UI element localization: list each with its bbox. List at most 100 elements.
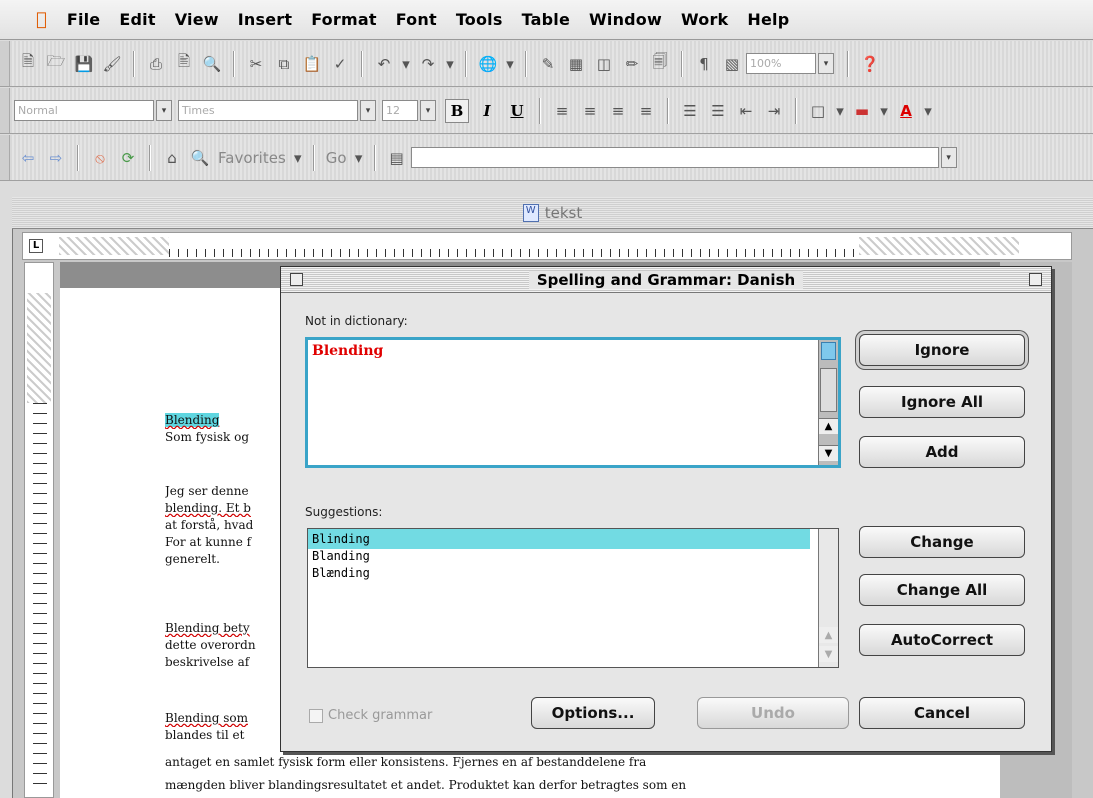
check-grammar-checkbox[interactable] (309, 708, 323, 723)
doc-line[interactable]: Blending bety (165, 620, 275, 637)
address-field[interactable] (410, 147, 939, 168)
menu-help[interactable]: Help (747, 10, 789, 29)
doc-line[interactable]: blandes til et (165, 727, 275, 744)
menu-table[interactable]: Table (522, 10, 570, 29)
go-menu[interactable]: Go (326, 149, 347, 167)
format-painter-brush-icon[interactable]: ✓ (329, 53, 351, 75)
highlight-icon[interactable]: ▬ (851, 100, 873, 122)
paste-icon[interactable]: 📋 (301, 53, 323, 75)
font-size-field[interactable]: 12 (382, 100, 418, 121)
doc-line-heading[interactable]: Blending (165, 412, 275, 429)
font-color-icon[interactable]: A (895, 100, 917, 122)
check-grammar-option[interactable]: Check grammar (309, 708, 432, 723)
doc-line[interactable]: Blending som (165, 710, 275, 727)
zoom-field[interactable]: 100% (746, 53, 816, 74)
close-box-icon[interactable] (290, 273, 303, 286)
save-icon[interactable]: 💾 (73, 53, 95, 75)
font-color-dropdown-icon[interactable]: ▾ (923, 100, 933, 122)
suggestions-list[interactable]: Blinding Blanding Blænding ▲ ▼ (307, 528, 839, 668)
forward-icon[interactable]: ⇨ (45, 147, 67, 169)
menu-file[interactable]: File (67, 10, 101, 29)
vertical-ruler[interactable] (24, 262, 54, 798)
drawing-icon[interactable]: ✏ (621, 53, 643, 75)
open-icon[interactable]: 🗁 (45, 52, 67, 75)
show-paragraph-icon[interactable]: ¶ (693, 53, 715, 75)
zoom-icon[interactable]: ▧ (721, 53, 743, 75)
decrease-indent-icon[interactable]: ⇤ (735, 100, 757, 122)
toolbar-grip[interactable] (0, 135, 10, 180)
highlight-dropdown-icon[interactable]: ▾ (879, 100, 889, 122)
doc-line[interactable]: beskrivelse af (165, 654, 275, 671)
menu-view[interactable]: View (175, 10, 219, 29)
cancel-button[interactable]: Cancel (859, 697, 1025, 729)
favorites-menu[interactable]: Favorites (218, 149, 286, 167)
numbering-icon[interactable]: ☰ (679, 100, 701, 122)
menu-tools[interactable]: Tools (456, 10, 503, 29)
favorites-dropdown-icon[interactable]: ▾ (293, 147, 303, 169)
menu-window[interactable]: Window (589, 10, 662, 29)
doc-line[interactable]: Som fysisk og (165, 429, 275, 446)
tables-borders-icon[interactable]: ✎ (537, 53, 559, 75)
change-button[interactable]: Change (859, 526, 1025, 558)
doc-line[interactable]: generelt. (165, 551, 275, 568)
font-size-dropdown-icon[interactable]: ▾ (420, 100, 436, 121)
doc-line[interactable]: For at kunne f (165, 534, 275, 551)
border-dropdown-icon[interactable]: ▾ (835, 100, 845, 122)
toolbar-grip[interactable] (0, 41, 10, 86)
menu-insert[interactable]: Insert (238, 10, 292, 29)
scroll-up-arrow-icon[interactable]: ▲ (819, 418, 838, 434)
stop-icon[interactable]: ⦸ (89, 147, 111, 169)
search-web-icon[interactable]: 🔍 (189, 147, 211, 169)
options-button[interactable]: Options... (531, 697, 655, 729)
font-dropdown-icon[interactable]: ▾ (360, 100, 376, 121)
autocorrect-button[interactable]: AutoCorrect (859, 624, 1025, 656)
undo-button[interactable]: Undo (697, 697, 849, 729)
doc-line[interactable]: Jeg ser denne (165, 483, 275, 500)
toolbar-grip[interactable] (0, 88, 10, 133)
address-dropdown-icon[interactable]: ▾ (940, 147, 957, 168)
scroll-down-arrow-icon[interactable]: ▼ (819, 445, 838, 461)
zoom-dropdown-icon[interactable]: ▾ (818, 53, 834, 74)
horizontal-ruler[interactable]: L (22, 232, 1072, 260)
hyperlink-icon[interactable]: 🌐 (477, 53, 499, 75)
align-left-icon[interactable]: ≡ (551, 100, 573, 122)
add-button[interactable]: Add (859, 436, 1025, 468)
redo-icon[interactable]: ↷ (417, 53, 439, 75)
not-in-dictionary-scrollbar[interactable]: ▲ ▼ (818, 340, 838, 465)
doc-line[interactable]: dette overordn (165, 637, 275, 654)
doc-line[interactable]: at forstå, hvad (165, 517, 275, 534)
scroll-up-arrow-icon[interactable]: ▲ (819, 627, 838, 643)
doc-line[interactable]: antaget en samlet fysisk form eller kons… (165, 754, 845, 771)
bold-button[interactable]: B (445, 98, 469, 123)
underline-button[interactable]: U (505, 99, 529, 123)
undo-icon[interactable]: ↶ (373, 53, 395, 75)
office-assistant-icon[interactable]: ❓ (859, 53, 881, 75)
find-icon[interactable]: 🔍 (201, 53, 223, 75)
ignore-button[interactable]: Ignore (859, 334, 1025, 366)
insert-table-icon[interactable]: ▦ (565, 53, 587, 75)
go-dropdown-icon[interactable]: ▾ (354, 147, 364, 169)
border-icon[interactable]: □ (807, 100, 829, 122)
italic-button[interactable]: I (475, 99, 499, 123)
document-title-bar[interactable]: W tekst (12, 197, 1093, 229)
apple-menu-icon[interactable]:  (36, 9, 47, 30)
refresh-icon[interactable]: ⟳ (117, 147, 139, 169)
bullets-icon[interactable]: ☰ (707, 100, 729, 122)
show-only-web-toolbar-icon[interactable]: ▤ (386, 147, 408, 169)
scroll-down-arrow-icon[interactable]: ▼ (819, 646, 838, 662)
back-icon[interactable]: ⇦ (17, 147, 39, 169)
doc-line[interactable]: mængden bliver blandingsresultatet et an… (165, 777, 845, 794)
font-field[interactable]: Times (178, 100, 358, 121)
scroll-up-top-icon[interactable] (821, 342, 836, 360)
style-dropdown-icon[interactable]: ▾ (156, 100, 172, 121)
document-map-icon[interactable]: 🗐 (649, 52, 671, 75)
align-center-icon[interactable]: ≡ (579, 100, 601, 122)
redo-dropdown-icon[interactable]: ▾ (445, 53, 455, 75)
menu-work[interactable]: Work (681, 10, 728, 29)
style-field[interactable]: Normal (14, 100, 154, 121)
doc-line[interactable]: blending. Et b (165, 500, 275, 517)
columns-icon[interactable]: ◫ (593, 53, 615, 75)
increase-indent-icon[interactable]: ⇥ (763, 100, 785, 122)
home-icon[interactable]: ⌂ (161, 147, 183, 169)
change-all-button[interactable]: Change All (859, 574, 1025, 606)
